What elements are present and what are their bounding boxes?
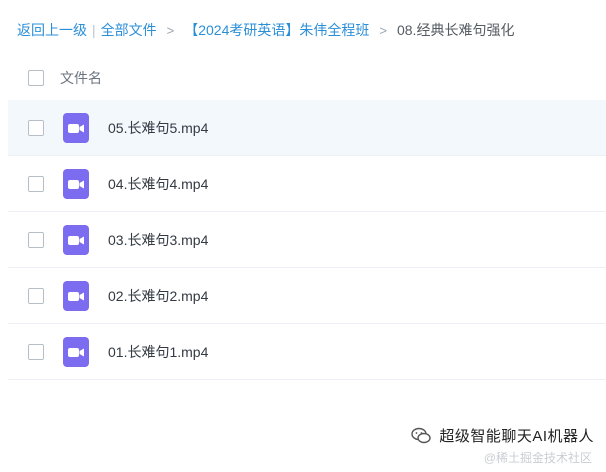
breadcrumb: 返回上一级 | 全部文件 > 【2024考研英语】朱伟全程班 > 08.经典长难… [17, 19, 514, 41]
row-checkbox[interactable] [28, 287, 44, 304]
video-file-icon [63, 336, 89, 367]
file-row[interactable]: 01.长难句1.mp4 [8, 324, 606, 380]
file-name[interactable]: 05.长难句5.mp4 [108, 118, 208, 138]
breadcrumb-divider: | [92, 22, 96, 38]
column-header-filename[interactable]: 文件名 [60, 68, 102, 88]
file-name[interactable]: 02.长难句2.mp4 [108, 286, 208, 306]
wechat-icon [411, 427, 432, 443]
folder-link[interactable]: 【2024考研英语】朱伟全程班 [184, 20, 369, 40]
current-folder: 08.经典长难句强化 [396, 22, 515, 38]
watermark-text: 超级智能聊天AI机器人 [439, 428, 594, 445]
back-link[interactable]: 返回上一级 [17, 20, 87, 40]
video-file-icon [63, 112, 89, 143]
list-header: 文件名 [8, 56, 606, 101]
all-files-link[interactable]: 全部文件 [101, 20, 157, 40]
file-name[interactable]: 01.长难句1.mp4 [108, 342, 208, 362]
file-row[interactable]: 04.长难句4.mp4 [8, 156, 606, 212]
watermark-subtext: @稀土掘金技术社区 [483, 451, 592, 465]
row-checkbox[interactable] [28, 231, 44, 248]
video-file-icon [63, 224, 89, 255]
file-name[interactable]: 04.长难句4.mp4 [108, 174, 208, 194]
watermark: 超级智能聊天AI机器人 [411, 425, 594, 446]
row-checkbox[interactable] [28, 175, 44, 192]
select-all-checkbox[interactable] [28, 70, 44, 86]
video-file-icon [63, 168, 89, 199]
row-checkbox[interactable] [28, 343, 44, 360]
file-name[interactable]: 03.长难句3.mp4 [108, 230, 208, 250]
file-row[interactable]: 03.长难句3.mp4 [8, 212, 606, 268]
file-list: 05.长难句5.mp4 04.长难句4.mp4 03.长难句3.mp4 02.长… [8, 100, 606, 380]
breadcrumb-arrow: > [166, 22, 175, 38]
video-file-icon [63, 280, 89, 311]
file-browser: 返回上一级 | 全部文件 > 【2024考研英语】朱伟全程班 > 08.经典长难… [0, 0, 606, 472]
file-row[interactable]: 02.长难句2.mp4 [8, 268, 606, 324]
row-checkbox[interactable] [28, 119, 44, 136]
breadcrumb-arrow: > [379, 22, 387, 38]
file-row[interactable]: 05.长难句5.mp4 [8, 100, 606, 156]
